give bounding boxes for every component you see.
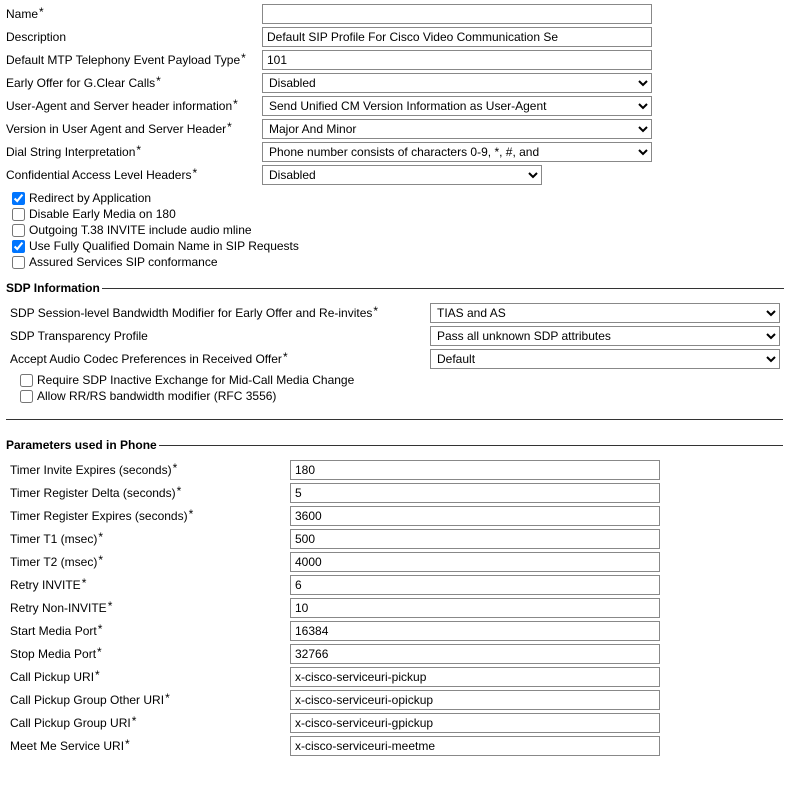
ua-header-label: User-Agent and Server header information bbox=[6, 97, 238, 113]
redirect-label: Redirect by Application bbox=[29, 191, 151, 205]
t38-checkbox[interactable] bbox=[12, 224, 25, 237]
early-offer-select[interactable]: Disabled bbox=[262, 73, 652, 93]
version-label: Version in User Agent and Server Header bbox=[6, 120, 232, 136]
disable-early-label: Disable Early Media on 180 bbox=[29, 207, 176, 221]
phone-label-9: Call Pickup URI bbox=[10, 668, 100, 684]
phone-label-2: Timer Register Expires (seconds) bbox=[10, 507, 193, 523]
phone-input-7[interactable] bbox=[290, 621, 660, 641]
cal-select[interactable]: Disabled bbox=[262, 165, 542, 185]
phone-label-12: Meet Me Service URI bbox=[10, 737, 130, 753]
mtp-input[interactable] bbox=[262, 50, 652, 70]
separator bbox=[6, 419, 783, 420]
dial-label: Dial String Interpretation bbox=[6, 143, 141, 159]
sdp-fieldset: SDP Information SDP Session-level Bandwi… bbox=[6, 281, 784, 409]
phone-input-3[interactable] bbox=[290, 529, 660, 549]
version-select[interactable]: Major And Minor bbox=[262, 119, 652, 139]
phone-label-7: Start Media Port bbox=[10, 622, 102, 638]
sdp-rrrs-checkbox[interactable] bbox=[20, 390, 33, 403]
phone-label-6: Retry Non-INVITE bbox=[10, 599, 112, 615]
phone-input-10[interactable] bbox=[290, 690, 660, 710]
dial-select[interactable]: Phone number consists of characters 0-9,… bbox=[262, 142, 652, 162]
phone-input-11[interactable] bbox=[290, 713, 660, 733]
redirect-checkbox[interactable] bbox=[12, 192, 25, 205]
phone-input-9[interactable] bbox=[290, 667, 660, 687]
phone-label-4: Timer T2 (msec) bbox=[10, 553, 103, 569]
assured-checkbox[interactable] bbox=[12, 256, 25, 269]
sdp-codec-select[interactable]: Default bbox=[430, 349, 780, 369]
phone-label-5: Retry INVITE bbox=[10, 576, 86, 592]
cal-label: Confidential Access Level Headers bbox=[6, 166, 197, 182]
sdp-inactive-checkbox[interactable] bbox=[20, 374, 33, 387]
fqdn-checkbox[interactable] bbox=[12, 240, 25, 253]
sdp-legend: SDP Information bbox=[6, 281, 102, 295]
sdp-trans-select[interactable]: Pass all unknown SDP attributes bbox=[430, 326, 780, 346]
name-label: Name bbox=[6, 5, 44, 21]
phone-label-0: Timer Invite Expires (seconds) bbox=[10, 461, 177, 477]
name-input[interactable] bbox=[262, 4, 652, 24]
phone-label-10: Call Pickup Group Other URI bbox=[10, 691, 170, 707]
phone-input-6[interactable] bbox=[290, 598, 660, 618]
phone-input-4[interactable] bbox=[290, 552, 660, 572]
early-offer-label: Early Offer for G.Clear Calls bbox=[6, 74, 161, 90]
sdp-rrrs-label: Allow RR/RS bandwidth modifier (RFC 3556… bbox=[37, 389, 276, 403]
phone-legend: Parameters used in Phone bbox=[6, 438, 159, 452]
phone-input-1[interactable] bbox=[290, 483, 660, 503]
phone-input-0[interactable] bbox=[290, 460, 660, 480]
mtp-label: Default MTP Telephony Event Payload Type bbox=[6, 51, 246, 67]
t38-label: Outgoing T.38 INVITE include audio mline bbox=[29, 223, 252, 237]
sdp-codec-label: Accept Audio Codec Preferences in Receiv… bbox=[10, 350, 288, 366]
phone-input-5[interactable] bbox=[290, 575, 660, 595]
sdp-inactive-label: Require SDP Inactive Exchange for Mid-Ca… bbox=[37, 373, 354, 387]
phone-input-8[interactable] bbox=[290, 644, 660, 664]
phone-input-2[interactable] bbox=[290, 506, 660, 526]
phone-fieldset: Parameters used in Phone Timer Invite Ex… bbox=[6, 438, 783, 763]
phone-label-1: Timer Register Delta (seconds) bbox=[10, 484, 181, 500]
phone-label-11: Call Pickup Group URI bbox=[10, 714, 136, 730]
ua-header-select[interactable]: Send Unified CM Version Information as U… bbox=[262, 96, 652, 116]
description-input[interactable] bbox=[262, 27, 652, 47]
sdp-bw-label: SDP Session-level Bandwidth Modifier for… bbox=[10, 304, 378, 320]
sdp-bw-select[interactable]: TIAS and AS bbox=[430, 303, 780, 323]
assured-label: Assured Services SIP conformance bbox=[29, 255, 218, 269]
fqdn-label: Use Fully Qualified Domain Name in SIP R… bbox=[29, 239, 299, 253]
phone-label-3: Timer T1 (msec) bbox=[10, 530, 103, 546]
disable-early-checkbox[interactable] bbox=[12, 208, 25, 221]
description-label: Description bbox=[6, 30, 66, 44]
phone-label-8: Stop Media Port bbox=[10, 645, 102, 661]
sdp-trans-label: SDP Transparency Profile bbox=[10, 329, 148, 343]
phone-input-12[interactable] bbox=[290, 736, 660, 756]
